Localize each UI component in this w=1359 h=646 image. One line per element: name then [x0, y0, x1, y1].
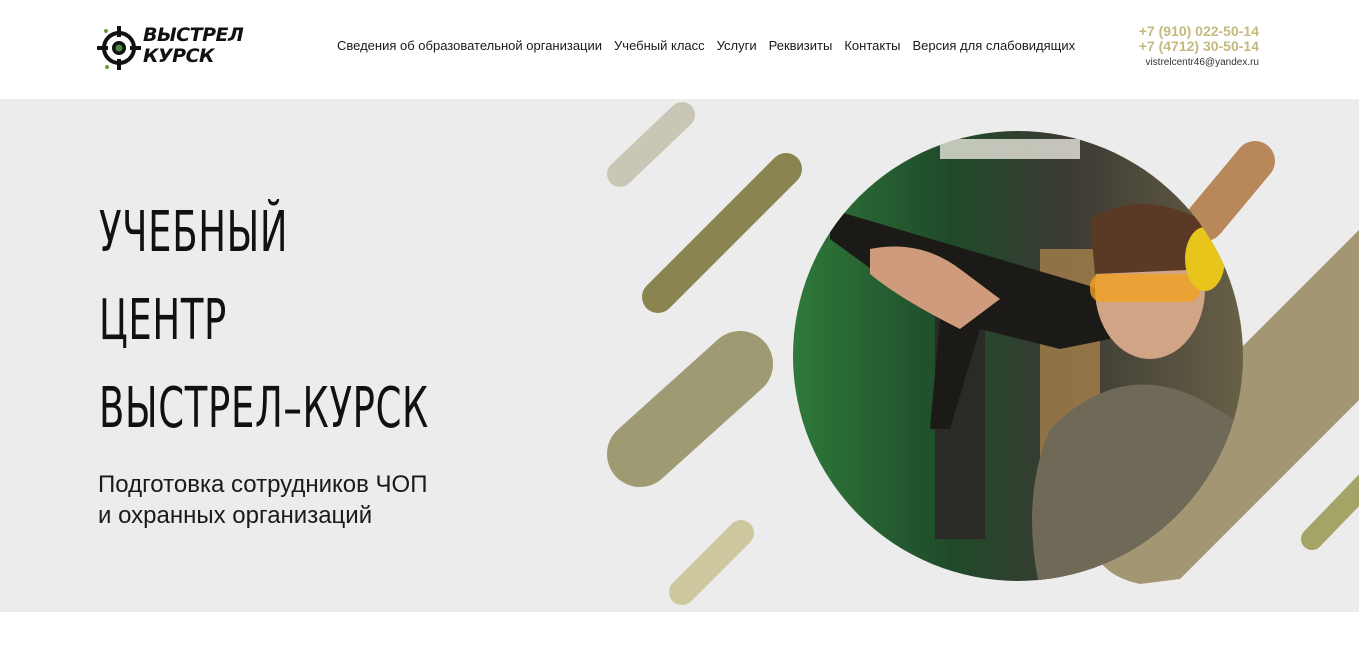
target-crosshair-icon [97, 26, 141, 70]
logo-line-2: КУРСК [143, 45, 215, 67]
stripe-light-grey [607, 102, 695, 187]
stripe-green [1301, 474, 1359, 550]
hero-subtitle-line-2: и охранных организаций [98, 502, 373, 529]
hero-title-line-2: ЦЕНТР [99, 288, 228, 353]
hero-title: УЧЕБНЫЙ ЦЕНТР ВЫСТРЕЛ–КУРСК [99, 189, 429, 453]
nav-item-organization-info[interactable]: Сведения об образовательной организации [337, 38, 602, 53]
stripe-khaki [607, 331, 773, 487]
main-nav: Сведения об образовательной организации … [337, 38, 1075, 53]
logo-line-1: ВЫСТРЕЛ [143, 24, 244, 46]
nav-item-contacts[interactable]: Контакты [844, 38, 900, 53]
phone-link-1[interactable]: +7 (910) 022-50-14 [1139, 24, 1259, 39]
page-content-area [0, 612, 1359, 646]
site-logo[interactable]: ВЫСТРЕЛ КУРСК [97, 23, 247, 73]
nav-item-classroom[interactable]: Учебный класс [614, 38, 705, 53]
nav-item-accessibility-version[interactable]: Версия для слабовидящих [913, 38, 1076, 53]
phone-link-2[interactable]: +7 (4712) 30-50-14 [1139, 39, 1259, 54]
email-link[interactable]: vistrelcentr46@yandex.ru [1139, 57, 1259, 68]
hero-subtitle: Подготовка сотрудников ЧОП и охранных ор… [98, 469, 427, 531]
header-contacts: +7 (910) 022-50-14 +7 (4712) 30-50-14 vi… [1139, 24, 1259, 69]
site-header: ВЫСТРЕЛ КУРСК Сведения об образовательно… [0, 0, 1359, 99]
hero-subtitle-line-1: Подготовка сотрудников ЧОП [98, 471, 428, 498]
stripe-pale [669, 520, 754, 605]
logo-text: ВЫСТРЕЛ КУРСК [143, 24, 244, 67]
hero-title-line-1: УЧЕБНЫЙ [99, 200, 289, 265]
nav-item-requisites[interactable]: Реквизиты [769, 38, 833, 53]
stripe-olive [642, 153, 802, 313]
hero-title-line-3: ВЫСТРЕЛ–КУРСК [99, 376, 429, 441]
nav-item-services[interactable]: Услуги [717, 38, 757, 53]
stripe-brown [1185, 141, 1275, 241]
hero-banner: УЧЕБНЫЙ ЦЕНТР ВЫСТРЕЛ–КУРСК Подготовка с… [0, 99, 1359, 612]
